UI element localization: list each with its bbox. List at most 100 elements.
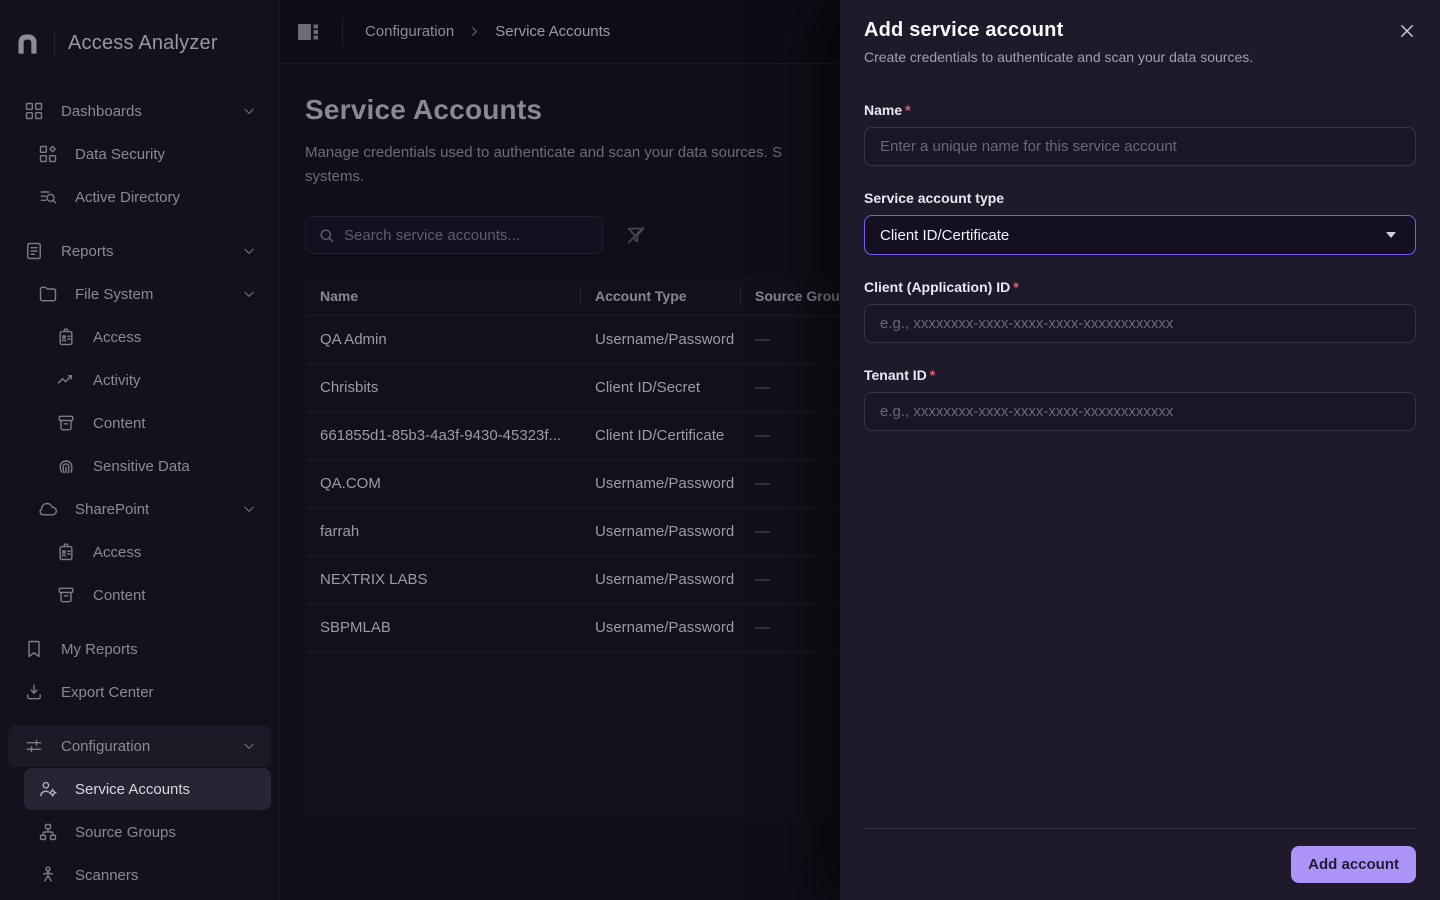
field-group-type: Service account type Client ID/Certificat…	[864, 190, 1416, 255]
required-asterisk: *	[1013, 279, 1018, 295]
field-label-type: Service account type	[864, 190, 1416, 206]
field-label-client_id: Client (Application) ID*	[864, 279, 1416, 295]
sidebar-item-data-security[interactable]: Data Security	[24, 133, 271, 175]
search-list-icon	[38, 187, 58, 207]
add-account-button[interactable]: Add account	[1291, 846, 1416, 883]
sidebar-item-label: Dashboards	[61, 103, 142, 120]
archive-box-icon	[56, 413, 76, 433]
cloud-icon	[38, 499, 58, 519]
sidebar-item-content[interactable]: Content	[24, 402, 271, 444]
sidebar-nav: Dashboards Data Security Active Directory R…	[0, 83, 279, 900]
cell-name: SBPMLAB	[305, 619, 580, 636]
chevron-down-icon	[241, 243, 257, 259]
app-root: Access Analyzer Dashboards Data Security A…	[0, 0, 1440, 900]
download-icon	[24, 682, 44, 702]
n-logo-icon	[14, 30, 41, 57]
sidebar-item-label: Active Directory	[75, 189, 180, 206]
trend-line-icon	[56, 370, 76, 390]
sidebar-item-my-reports[interactable]: My Reports	[8, 628, 271, 670]
fingerprint-icon	[56, 456, 76, 476]
breadcrumb-service-accounts: Service Accounts	[495, 23, 610, 40]
page-description-line1: Manage credentials used to authenticate …	[305, 141, 842, 165]
field-label-name: Name*	[864, 102, 1416, 118]
chevron-down-icon	[241, 738, 257, 754]
sidebar-item-service-accounts[interactable]: Service Accounts	[24, 768, 271, 810]
search-icon	[318, 227, 335, 244]
page-description-line2: systems.	[305, 165, 842, 189]
cell-account-type: Username/Password	[580, 619, 740, 636]
nav-spacer	[0, 714, 279, 724]
sidebar-item-source-groups[interactable]: Source Groups	[24, 811, 271, 853]
cell-account-type: Client ID/Certificate	[580, 427, 740, 444]
archive-box-icon	[56, 585, 76, 605]
grid-diamond-icon	[38, 144, 58, 164]
chevron-down-icon	[241, 286, 257, 302]
sidebar-item-label: Reports	[61, 243, 114, 260]
folder-icon	[38, 284, 58, 304]
cell-name: 661855d1-85b3-4a3f-9430-45323f...	[305, 427, 580, 444]
id-badge-icon	[56, 327, 76, 347]
cell-account-type: Username/Password	[580, 475, 740, 492]
tenant_id-input[interactable]	[864, 392, 1416, 431]
document-icon	[24, 241, 44, 261]
name-input[interactable]	[864, 127, 1416, 166]
sidebar-toggle-icon[interactable]	[296, 20, 320, 44]
sidebar-item-label: Content	[93, 587, 146, 604]
sidebar-item-label: Access	[93, 544, 141, 561]
sidebar-item-reports[interactable]: Reports	[8, 230, 271, 272]
nav-spacer	[0, 617, 279, 627]
sidebar-item-label: Configuration	[61, 738, 150, 755]
field-group-name: Name*	[864, 102, 1416, 166]
clear-filter-icon[interactable]	[625, 224, 647, 246]
brand-divider	[54, 31, 55, 57]
sidebar-item-label: Service Accounts	[75, 781, 190, 798]
add-service-account-drawer: Add service account Create credentials t…	[840, 0, 1440, 900]
column-header-type: Account Type	[580, 288, 740, 304]
required-asterisk: *	[930, 367, 935, 383]
network-icon	[38, 822, 58, 842]
sidebar-item-access[interactable]: Access	[24, 316, 271, 358]
sidebar-item-scanners[interactable]: Scanners	[24, 854, 271, 896]
cell-name: QA Admin	[305, 331, 580, 348]
sidebar-item-active-directory[interactable]: Active Directory	[24, 176, 271, 218]
sidebar-item-dashboards[interactable]: Dashboards	[8, 90, 271, 132]
chevron-down-icon	[241, 103, 257, 119]
sliders-icon	[24, 736, 44, 756]
sidebar-item-label: Activity	[93, 372, 141, 389]
bookmark-icon	[24, 639, 44, 659]
chevron-down-icon	[241, 501, 257, 517]
sidebar-item-export-center[interactable]: Export Center	[8, 671, 271, 713]
sidebar-item-label: Export Center	[61, 684, 154, 701]
type-select[interactable]: Client ID/Certificate	[864, 215, 1416, 255]
sidebar-item-configuration[interactable]: Configuration	[8, 725, 271, 767]
drawer-form: Name* Service account type Client ID/Certi…	[840, 65, 1440, 828]
sidebar: Access Analyzer Dashboards Data Security A…	[0, 0, 280, 900]
field-group-client_id: Client (Application) ID*	[864, 279, 1416, 343]
sidebar-item-label: File System	[75, 286, 153, 303]
cell-name: QA.COM	[305, 475, 580, 492]
sidebar-item-file-system[interactable]: File System	[24, 273, 271, 315]
drawer-header: Add service account Create credentials t…	[840, 0, 1440, 65]
sidebar-item-label: Sensitive Data	[93, 458, 190, 475]
sidebar-item-sharepoint[interactable]: SharePoint	[24, 488, 271, 530]
field-label-tenant_id: Tenant ID*	[864, 367, 1416, 383]
field-group-tenant_id: Tenant ID*	[864, 367, 1416, 431]
sidebar-item-label: Access	[93, 329, 141, 346]
client_id-input[interactable]	[864, 304, 1416, 343]
sidebar-item-activity[interactable]: Activity	[24, 359, 271, 401]
close-icon[interactable]	[1398, 22, 1416, 40]
sidebar-item-content[interactable]: Content	[24, 574, 271, 616]
cell-name: NEXTRIX LABS	[305, 571, 580, 588]
nav-spacer	[0, 219, 279, 229]
breadcrumb-configuration[interactable]: Configuration	[365, 23, 454, 40]
drawer-footer: Add account	[864, 828, 1416, 900]
required-asterisk: *	[905, 102, 910, 118]
caret-down-icon	[1386, 232, 1396, 238]
cell-name: Chrisbits	[305, 379, 580, 396]
search-input[interactable]	[344, 227, 590, 244]
drawer-title: Add service account	[864, 19, 1416, 42]
sidebar-item-access[interactable]: Access	[24, 531, 271, 573]
cell-account-type: Client ID/Secret	[580, 379, 740, 396]
brand: Access Analyzer	[0, 0, 279, 83]
sidebar-item-sensitive-data[interactable]: Sensitive Data	[24, 445, 271, 487]
